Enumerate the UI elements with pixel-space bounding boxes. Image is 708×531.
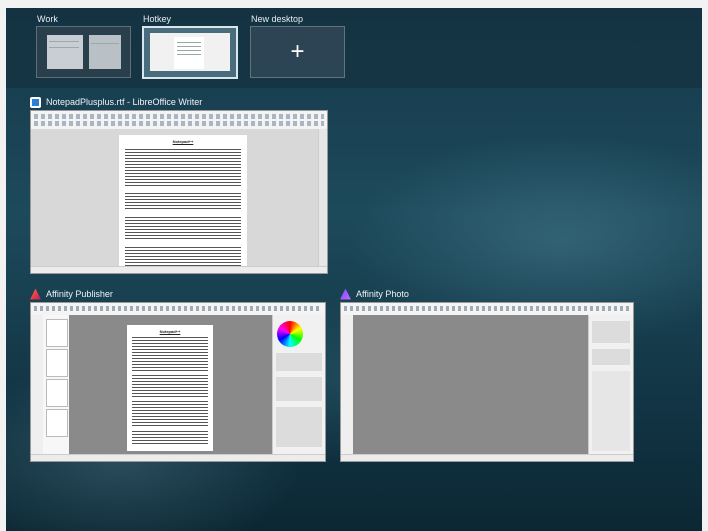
affinity-publisher-icon — [30, 288, 41, 300]
window-title: Affinity Photo — [356, 289, 409, 299]
new-desktop-button[interactable]: + — [250, 26, 345, 78]
window-libreoffice-writer[interactable]: NotepadPlusplus.rtf - LibreOffice Writer… — [30, 94, 328, 274]
window-title-bar: Affinity Publisher — [30, 286, 326, 302]
window-title-bar: NotepadPlusplus.rtf - LibreOffice Writer — [30, 94, 328, 110]
window-preview[interactable]: Notepad++ — [30, 302, 326, 462]
window-affinity-photo[interactable]: Affinity Photo — [340, 286, 634, 462]
window-preview[interactable] — [340, 302, 634, 462]
window-title-bar: Affinity Photo — [340, 286, 634, 302]
libreoffice-writer-icon — [30, 96, 41, 108]
publisher-canvas: Notepad++ — [69, 315, 273, 455]
desktop-label: Hotkey — [143, 14, 172, 24]
studio-panels — [272, 315, 325, 455]
vertical-scrollbar[interactable] — [318, 129, 327, 267]
photo-canvas — [353, 315, 589, 455]
plus-icon: + — [290, 38, 305, 65]
new-desktop[interactable]: New desktop + — [250, 12, 345, 78]
publisher-page: Notepad++ — [127, 325, 213, 451]
status-bar — [341, 454, 633, 461]
window-preview[interactable]: Notepad++ — [30, 110, 328, 274]
studio-panels — [588, 315, 633, 455]
status-bar — [31, 454, 325, 461]
affinity-photo-icon — [340, 288, 351, 300]
desktop-label: Work — [37, 14, 58, 24]
virtual-desktops-strip: Work Hotkey New desktop + — [6, 8, 702, 88]
window-title: NotepadPlusplus.rtf - LibreOffice Writer — [46, 97, 203, 107]
document-page: Notepad++ — [119, 135, 247, 267]
desktop-label: New desktop — [251, 14, 304, 24]
document-canvas: Notepad++ — [31, 129, 319, 267]
document-heading: Notepad++ — [172, 139, 194, 144]
frame-top — [0, 0, 708, 8]
document-heading: Notepad++ — [159, 329, 181, 334]
desktop-thumbnail[interactable] — [142, 26, 238, 79]
desktop-work[interactable]: Work — [36, 12, 131, 78]
window-title: Affinity Publisher — [46, 289, 113, 299]
color-wheel[interactable] — [277, 321, 303, 347]
desktop-thumbnail[interactable] — [36, 26, 131, 78]
pages-panel — [43, 315, 70, 455]
writer-toolbar — [31, 111, 327, 130]
status-bar — [31, 266, 327, 273]
window-affinity-publisher[interactable]: Affinity Publisher Notepad++ — [30, 286, 326, 462]
desktop-hotkey[interactable]: Hotkey — [142, 12, 238, 79]
frame-right — [702, 0, 708, 531]
